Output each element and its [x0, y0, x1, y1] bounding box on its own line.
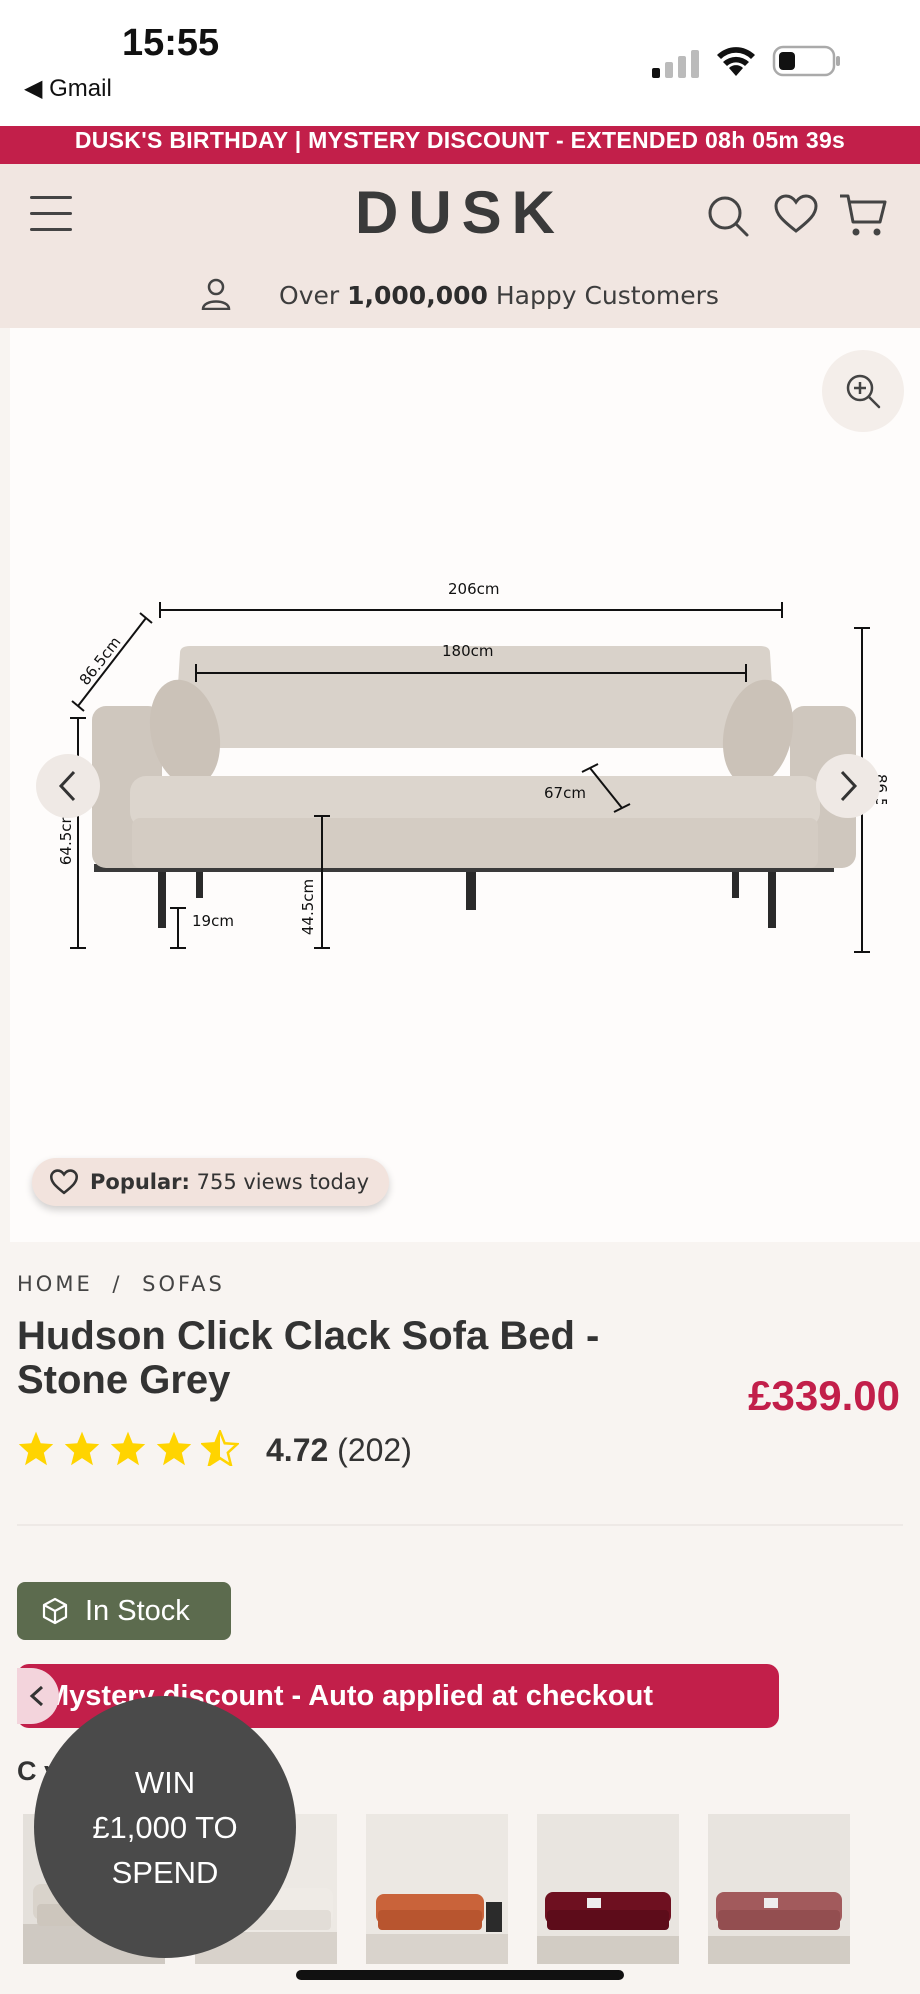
chevron-left-icon: [29, 1685, 44, 1707]
stock-badge: In Stock: [17, 1582, 231, 1640]
gallery-prev-button[interactable]: [36, 754, 100, 818]
breadcrumb-separator: /: [112, 1272, 123, 1296]
win-1000-popup-button[interactable]: WIN £1,000 TO SPEND: [34, 1696, 296, 1958]
basket-icon[interactable]: [838, 192, 888, 238]
win-line-1: WIN: [134, 1764, 196, 1800]
wifi-icon: [717, 47, 755, 76]
win-line-3: SPEND: [111, 1854, 219, 1890]
star-full-icon: [156, 1431, 192, 1466]
rating-stars[interactable]: [17, 1430, 239, 1466]
rating-value: 4.72: [266, 1432, 329, 1468]
swatch-image: [708, 1814, 850, 1964]
star-full-icon: [18, 1431, 54, 1466]
signal-icon: [652, 50, 699, 78]
breadcrumb: HOME / SOFAS: [17, 1272, 225, 1296]
back-to-gmail-link[interactable]: ◀ Gmail: [24, 74, 112, 103]
gallery-next-button[interactable]: [816, 754, 880, 818]
dim-seat-depth: 67cm: [544, 784, 586, 802]
dim-seat-height: 44.5cm: [299, 878, 318, 936]
divider: [17, 1524, 903, 1526]
dim-width-inner: 180cm: [442, 642, 494, 660]
zoom-button[interactable]: [822, 350, 904, 432]
promo-banner[interactable]: DUSK'S BIRTHDAY | MYSTERY DISCOUNT - EXT…: [0, 126, 920, 164]
star-full-icon: [110, 1431, 146, 1466]
customers-pre: Over: [279, 281, 340, 310]
customers-post: Happy Customers: [495, 281, 719, 310]
status-time: 15:55: [122, 22, 220, 64]
swatch-image: [537, 1814, 679, 1964]
popular-views: 755 views today: [196, 1170, 370, 1194]
rating-count: (202): [337, 1432, 412, 1468]
breadcrumb-sofas[interactable]: SOFAS: [142, 1272, 225, 1296]
colour-swatch-dusky-pink[interactable]: [708, 1814, 850, 1964]
heart-outline-icon: [50, 1169, 78, 1195]
product-price: £339.00: [748, 1372, 900, 1419]
popular-label: Popular:: [90, 1170, 190, 1194]
stock-text: In Stock: [85, 1594, 190, 1627]
happy-customers-strip: Over 1,000,000 Happy Customers: [0, 278, 920, 311]
zoom-in-icon: [846, 374, 881, 409]
user-icon: [201, 278, 231, 311]
breadcrumb-home[interactable]: HOME: [17, 1272, 93, 1296]
dim-leg-height: 19cm: [192, 912, 234, 930]
swatch-image: [366, 1814, 508, 1964]
box-icon: [42, 1597, 68, 1625]
battery-icon: [772, 45, 840, 77]
win-line-2: £1,000 TO: [92, 1809, 238, 1845]
search-icon[interactable]: [706, 194, 750, 238]
product-image-gallery[interactable]: 206cm 180cm 86.5cm 64.5cm 67cm 19cm 44.5…: [10, 328, 920, 1242]
star-half-icon: [201, 1430, 239, 1466]
chevron-left-icon: [58, 770, 76, 802]
star-full-icon: [64, 1431, 100, 1466]
heart-icon[interactable]: [774, 194, 818, 234]
chevron-right-icon: [840, 770, 858, 802]
popular-badge: Popular: 755 views today: [32, 1158, 390, 1206]
dim-width-total: 206cm: [448, 580, 500, 598]
rating-summary[interactable]: 4.72 (202): [266, 1432, 412, 1469]
colour-swatch-burgundy[interactable]: [537, 1814, 679, 1964]
customers-count: 1,000,000: [347, 281, 488, 310]
colour-swatch-burnt-orange[interactable]: [366, 1814, 508, 1964]
sofa-dimension-image: [70, 602, 870, 953]
home-indicator[interactable]: [296, 1970, 624, 1980]
product-title: Hudson Click Clack Sofa Bed - Stone Grey: [17, 1314, 600, 1402]
